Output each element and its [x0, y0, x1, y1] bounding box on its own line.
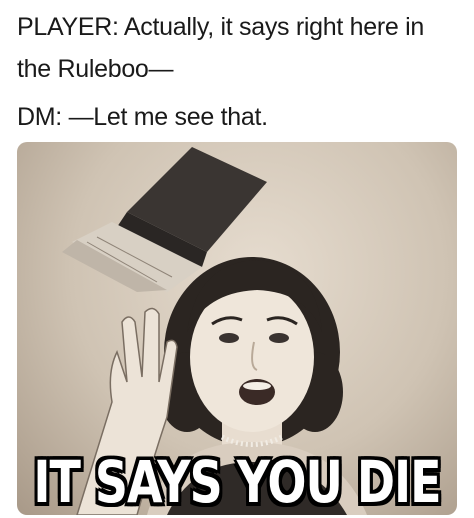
meme-caption: PLAYER: Actually, it says right here in … [17, 6, 457, 138]
meme-image: IT SAYS YOU DIE [17, 142, 457, 515]
player-line: PLAYER: Actually, it says right here in … [17, 13, 425, 83]
dm-line: DM: —Let me see that. [17, 103, 268, 131]
meme-overlay-text: IT SAYS YOU DIE [33, 448, 441, 515]
